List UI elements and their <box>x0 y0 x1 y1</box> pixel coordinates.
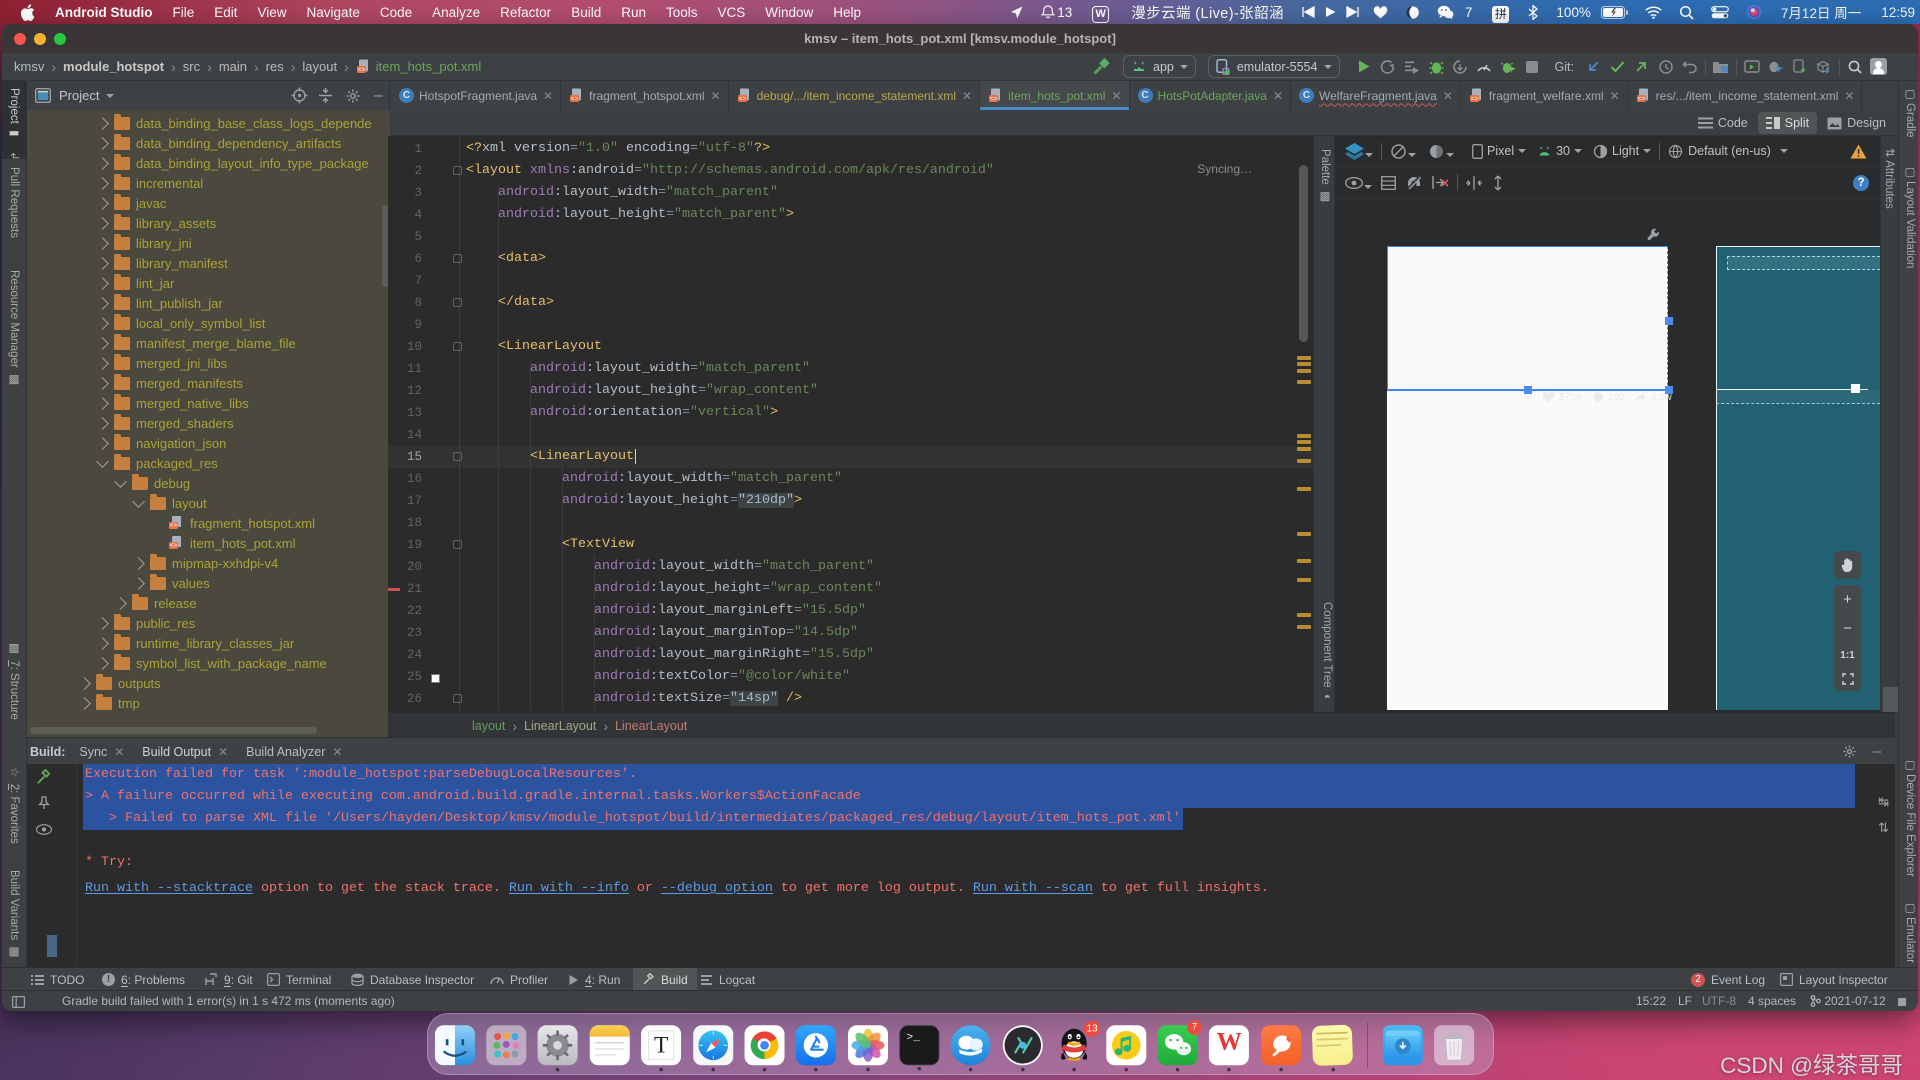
svg-text:<>: <> <box>738 96 746 103</box>
svg-text:<>: <> <box>990 96 998 103</box>
svg-text:<>: <> <box>1638 96 1646 103</box>
svg-text:<>: <> <box>571 96 579 103</box>
svg-text:<>: <> <box>1471 96 1479 103</box>
svg-text:<>: <> <box>358 66 366 73</box>
